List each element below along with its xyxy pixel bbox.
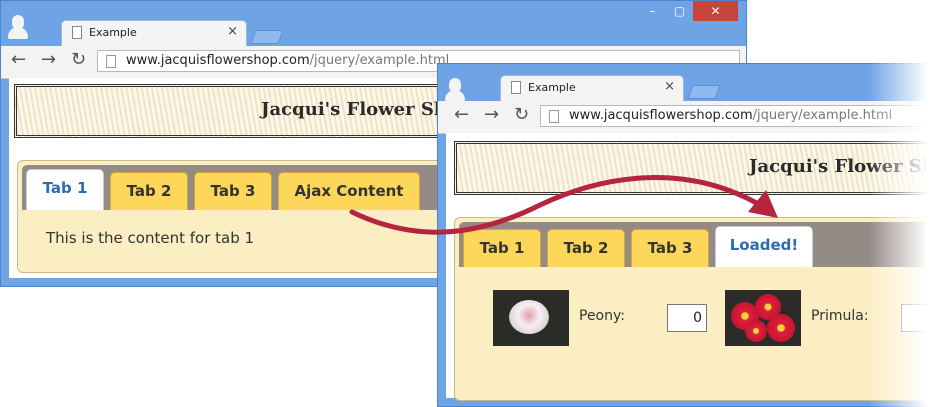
page-icon — [549, 110, 559, 123]
page-icon — [106, 55, 116, 68]
minimize-button[interactable]: – — [639, 1, 666, 21]
address-host: www.jacquisflowershop.com — [126, 53, 310, 68]
new-tab-button[interactable] — [250, 30, 284, 44]
tab-2[interactable]: Tab 2 — [547, 229, 625, 267]
browser-tab[interactable]: Example × — [61, 20, 247, 46]
back-button[interactable]: ← — [454, 105, 469, 125]
shop-banner: Jacqui's Flower Shop — [454, 141, 937, 195]
address-host: www.jacquisflowershop.com — [569, 108, 753, 123]
window-controls: – ▢ ✕ — [639, 1, 738, 23]
address-path: /jquery/example.html — [309, 53, 450, 68]
tab-strip: Example × – ▢ ✕ — [1, 1, 746, 46]
close-window-button[interactable]: ✕ — [693, 1, 738, 21]
tab-ajax-content[interactable]: Ajax Content — [278, 172, 420, 210]
browser-window-after: Example × ← → ↻ www.jacquisflowershop.co… — [437, 63, 938, 407]
tab-content: This is the content for tab 1 — [46, 229, 255, 247]
user-avatar-icon[interactable] — [7, 15, 29, 41]
primula-image — [725, 290, 801, 346]
peony-image — [493, 290, 569, 346]
forward-button[interactable]: → — [41, 50, 56, 70]
page-viewport: Jacqui's Flower Shop Tab 1 Tab 2 Tab 3 L… — [446, 133, 937, 401]
tabs-widget: Tab 1 Tab 2 Tab 3 Loaded! Peony: 0 Primu… — [454, 217, 937, 401]
reload-button[interactable]: ↻ — [514, 105, 529, 125]
address-path: /jquery/example.html — [752, 108, 893, 123]
peony-label: Peony: — [579, 308, 625, 324]
browser-tab-title: Example — [89, 26, 137, 39]
primula-quantity-input[interactable] — [901, 304, 937, 332]
reload-button[interactable]: ↻ — [71, 50, 86, 70]
tab-1[interactable]: Tab 1 — [463, 229, 541, 267]
maximize-button[interactable]: ▢ — [666, 1, 693, 21]
page-icon — [511, 81, 521, 94]
tab-loaded[interactable]: Loaded! — [715, 226, 813, 267]
back-button[interactable]: ← — [11, 50, 26, 70]
primula-label: Primula: — [811, 308, 869, 324]
page-icon — [72, 26, 82, 39]
browser-toolbar: ← → ↻ www.jacquisflowershop.com/jquery/e… — [438, 101, 937, 134]
address-bar[interactable]: www.jacquisflowershop.com/jquery/example… — [540, 105, 937, 127]
browser-tab[interactable]: Example × — [500, 75, 684, 101]
tabs-nav: Tab 1 Tab 2 Tab 3 Loaded! — [459, 222, 937, 267]
tab-close-icon[interactable]: × — [227, 24, 238, 39]
peony-quantity-input[interactable]: 0 — [667, 304, 707, 332]
tab-3[interactable]: Tab 3 — [631, 229, 709, 267]
tab-3[interactable]: Tab 3 — [194, 172, 272, 210]
tab-1[interactable]: Tab 1 — [26, 169, 104, 210]
forward-button[interactable]: → — [484, 105, 499, 125]
tab-2[interactable]: Tab 2 — [110, 172, 188, 210]
new-tab-button[interactable] — [687, 85, 721, 99]
banner-title: Jacqui's Flower Shop — [749, 156, 937, 177]
tab-close-icon[interactable]: × — [664, 79, 675, 94]
browser-tab-title: Example — [528, 81, 576, 94]
